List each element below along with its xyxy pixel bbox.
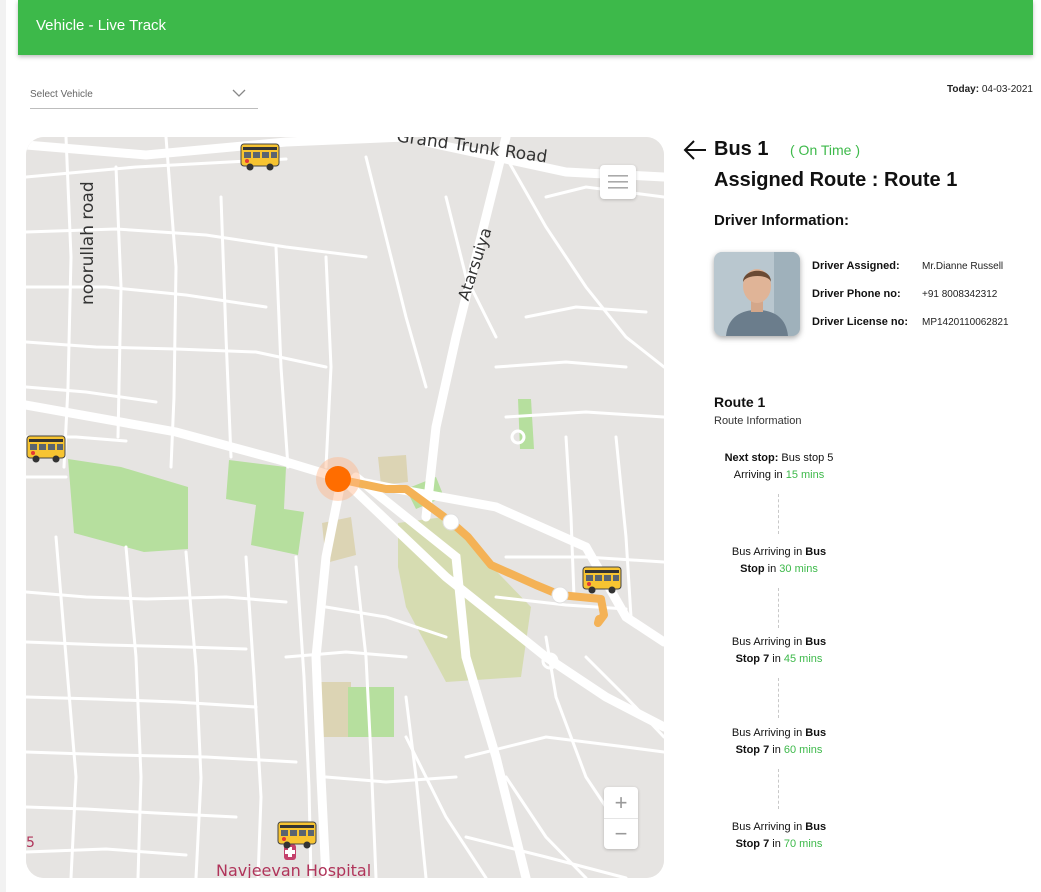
arrival-stop-line1: Bus — [805, 727, 827, 739]
arrival-mid: in — [772, 653, 781, 665]
arrival-time: 70 mins — [783, 838, 823, 850]
app-window: Vehicle - Live Track Select Vehicle Toda… — [6, 0, 1041, 892]
arrival-item: Bus Arriving in Bus Stop in 30 mins — [706, 544, 852, 578]
driver-phone-label: Driver Phone no: — [812, 288, 901, 300]
page-title: Vehicle - Live Track — [36, 17, 167, 34]
chevron-down-icon — [232, 89, 246, 97]
map-label-hospital: Navjeevan Hospital — [216, 861, 372, 878]
today-label: Today: — [947, 84, 980, 95]
bus-marker-icon[interactable] — [277, 820, 317, 850]
arrival-prefix: Bus Arriving in — [731, 636, 803, 648]
driver-avatar — [714, 252, 800, 336]
arrival-time: 60 mins — [783, 744, 823, 756]
arrival-time: 45 mins — [783, 653, 823, 665]
map-label-noorullah-road: noorullah road — [78, 181, 98, 305]
arrival-prefix: Bus Arriving in — [731, 546, 803, 558]
arrival-stop-line2: Stop 7 — [735, 653, 770, 665]
timeline-connector — [778, 769, 779, 809]
arrival-prefix: Bus Arriving in — [731, 727, 803, 739]
arrival-item: Bus Arriving in Bus Stop 7 in 60 mins — [706, 725, 852, 759]
driver-assigned-value: Mr.Dianne Russell — [922, 261, 1004, 272]
bus-name: Bus 1 — [714, 138, 769, 160]
bus-marker-icon[interactable] — [240, 142, 280, 172]
live-map[interactable]: 5 Grand Trunk Road noorullah road Atarsu… — [26, 137, 664, 878]
route-name: Route 1 — [714, 394, 766, 410]
timeline-connector — [778, 678, 779, 718]
select-vehicle-placeholder: Select Vehicle — [30, 89, 93, 100]
arrival-item: Bus Arriving in Bus Stop 7 in 70 mins — [706, 819, 852, 853]
top-app-bar: Vehicle - Live Track — [18, 0, 1033, 55]
bus-status-badge: ( On Time ) — [790, 142, 861, 158]
driver-photo-icon — [714, 252, 800, 336]
arrival-stop-line2: Stop — [740, 563, 765, 575]
arrival-mid: in — [767, 563, 777, 575]
hamburger-icon — [608, 175, 628, 189]
bus-marker-icon[interactable] — [26, 434, 66, 464]
arrival-prefix: Bus Arriving in — [731, 821, 803, 833]
next-stop-arriving: Arriving in — [733, 469, 783, 481]
driver-license-value: MP1420110062821 — [922, 317, 1009, 328]
arrival-mid: in — [772, 838, 781, 850]
arrival-stop-line1: Bus — [805, 821, 827, 833]
select-vehicle-dropdown[interactable]: Select Vehicle — [30, 84, 258, 109]
next-stop-item: Next stop: Bus stop 5 Arriving in 15 min… — [706, 450, 852, 484]
back-arrow-icon[interactable] — [682, 138, 708, 162]
route-waypoint-1[interactable] — [442, 513, 460, 531]
driver-info-heading: Driver Information: — [714, 212, 850, 229]
next-stop-label: Next stop: — [724, 452, 779, 464]
arrival-mid: in — [772, 744, 781, 756]
timeline-connector — [778, 494, 779, 534]
zoom-controls: + − — [604, 787, 638, 849]
today-date: Today: 04-03-2021 — [947, 84, 1033, 95]
current-position-marker[interactable] — [325, 466, 351, 492]
next-stop-time: 15 mins — [785, 469, 825, 481]
driver-assigned-label: Driver Assigned: — [812, 260, 900, 272]
route-subtitle: Route Information — [714, 415, 802, 427]
today-value: 04-03-2021 — [981, 84, 1033, 95]
bus-marker-icon[interactable] — [582, 565, 622, 595]
assigned-route-title: Assigned Route : Route 1 — [714, 169, 958, 191]
arrival-time: 30 mins — [779, 563, 818, 575]
driver-license-label: Driver License no: — [812, 316, 908, 328]
map-base: 5 — [26, 137, 664, 878]
zoom-in-button[interactable]: + — [604, 787, 638, 818]
driver-phone-value: +91 8008342312 — [922, 289, 998, 300]
route-waypoint-2[interactable] — [551, 586, 569, 604]
arrival-stop-line1: Bus — [805, 546, 827, 558]
map-partial-label: 5 — [26, 835, 35, 851]
timeline-connector — [778, 588, 779, 628]
arrival-stop-line1: Bus — [805, 636, 827, 648]
zoom-out-button[interactable]: − — [604, 818, 638, 849]
arrival-stop-line2: Stop 7 — [735, 838, 770, 850]
map-menu-button[interactable] — [600, 165, 636, 199]
arrival-stop-line2: Stop 7 — [735, 744, 770, 756]
arrival-item: Bus Arriving in Bus Stop 7 in 45 mins — [706, 634, 852, 668]
next-stop-name: Bus stop 5 — [781, 452, 834, 464]
